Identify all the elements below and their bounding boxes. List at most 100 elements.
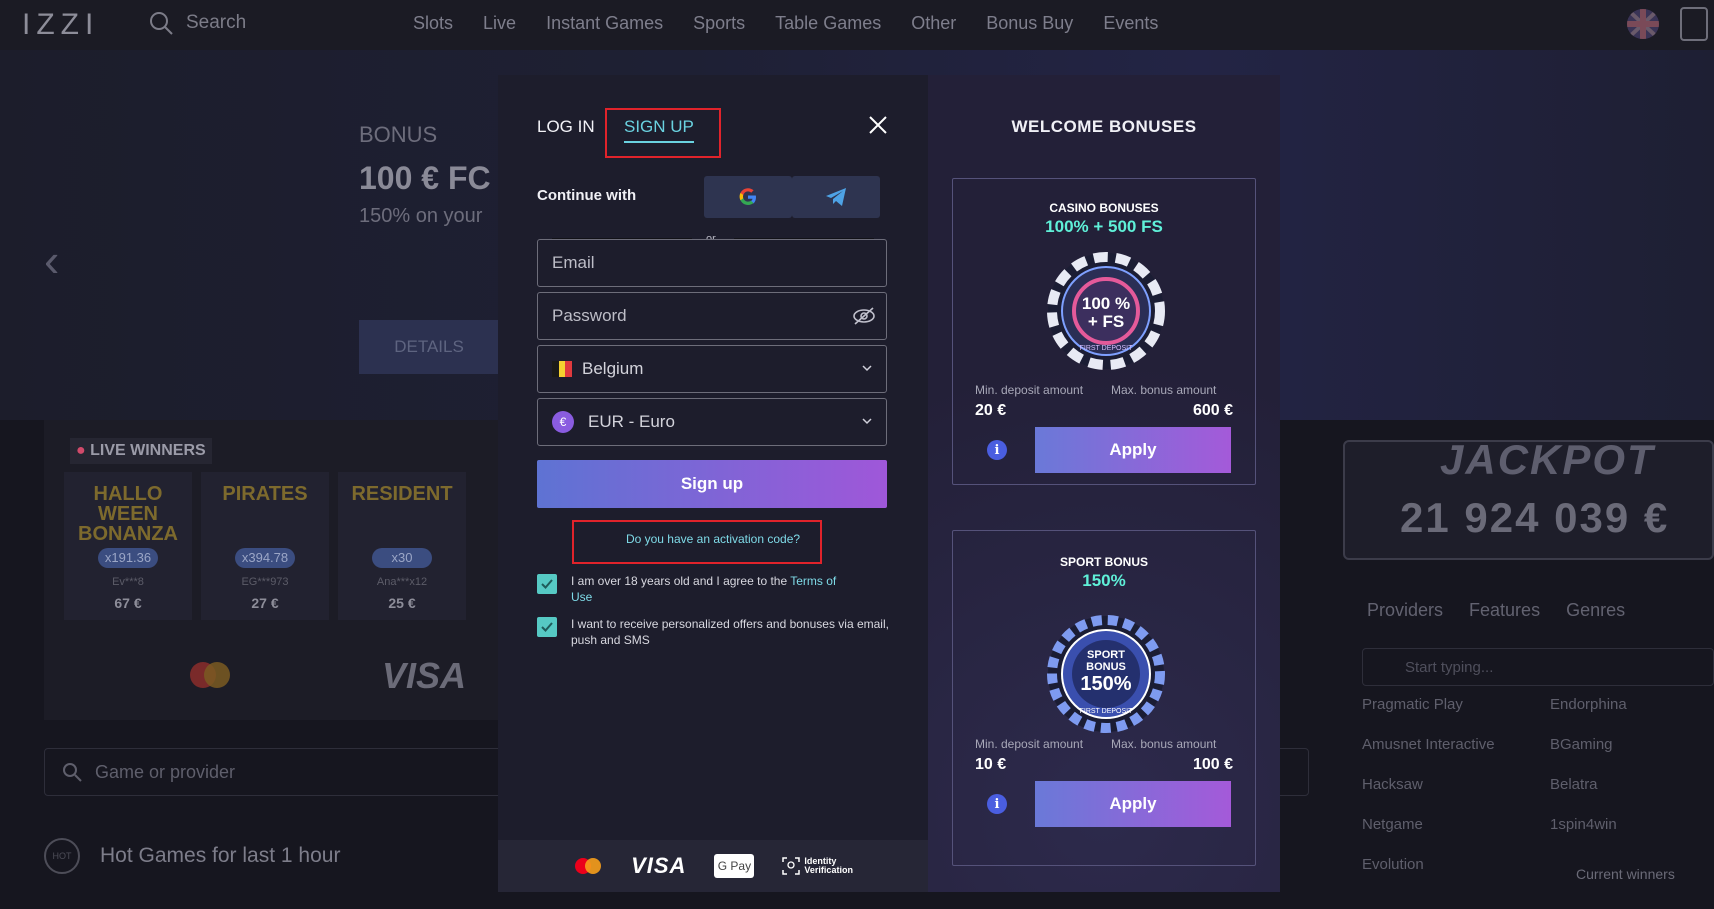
visa-logo: VISA	[631, 853, 687, 878]
tab-genres[interactable]: Genres	[1566, 600, 1625, 621]
max-bonus-label: Max. bonus amount	[1111, 737, 1217, 751]
provider-tabs: Providers Features Genres	[1367, 600, 1625, 621]
svg-text:100 %: 100 %	[1082, 294, 1130, 313]
hero-details-button[interactable]: DETAILS	[359, 320, 499, 374]
hot-badge-icon: HOT	[44, 838, 80, 874]
password-field[interactable]: Password	[537, 292, 887, 340]
hero-title: 100 € FC	[359, 160, 491, 196]
site-logo[interactable]: IZZI	[22, 8, 99, 42]
header-search-label: Search	[186, 12, 247, 33]
highlight-box	[605, 108, 721, 158]
email-field[interactable]: Email	[537, 239, 887, 287]
jackpot-amount: 21 924 039 €	[1400, 494, 1670, 541]
min-deposit-value: 10 €	[975, 756, 1007, 773]
mastercard-icon	[575, 858, 602, 874]
current-winners-tab[interactable]: Current winners	[1576, 866, 1675, 882]
search-icon	[63, 763, 82, 782]
hero-subtitle: 150% on your	[359, 205, 483, 227]
language-flag-icon[interactable]	[1627, 9, 1659, 39]
winner-card[interactable]: RESIDENT x30 Ana***x12 25 €	[338, 472, 466, 620]
top-navigation-bar: IZZI Search Slots Live Instant Games Spo…	[0, 0, 1714, 50]
winner-game-name: RESIDENT	[351, 483, 453, 505]
country-select[interactable]: Belgium	[537, 345, 887, 393]
terms-link[interactable]: Use	[571, 590, 592, 604]
info-icon[interactable]: i	[987, 440, 1007, 460]
nav-live[interactable]: Live	[483, 13, 516, 34]
belgium-flag-icon	[552, 361, 573, 377]
casino-bonus-value: 100% + 500 FS	[1045, 217, 1163, 236]
payment-methods-footer: VISA G Pay Identity Verification	[498, 840, 928, 892]
signup-form-panel: LOG IN SIGN UP Continue with or Email Pa…	[498, 75, 928, 892]
offers-text: I want to receive personalized offers an…	[571, 617, 889, 647]
checkmark-icon	[541, 579, 553, 589]
provider-item[interactable]: Endorphina	[1550, 696, 1627, 713]
svg-text:BONUS: BONUS	[1086, 661, 1126, 673]
terms-link[interactable]: Terms of	[790, 574, 836, 588]
login-door-icon[interactable]	[1680, 7, 1708, 41]
nav-slots[interactable]: Slots	[413, 13, 453, 34]
telegram-login-button[interactable]	[792, 176, 880, 218]
tab-providers[interactable]: Providers	[1367, 600, 1443, 621]
terms-checkbox[interactable]	[537, 574, 557, 594]
winner-amount: 25 €	[388, 595, 416, 611]
chevron-down-icon	[862, 418, 872, 425]
nav-events[interactable]: Events	[1103, 13, 1158, 34]
nav-sports[interactable]: Sports	[693, 13, 745, 34]
identity-verification-badge: Identity Verification	[782, 857, 853, 875]
casino-apply-button[interactable]: Apply	[1035, 427, 1231, 473]
main-nav: Slots Live Instant Games Sports Table Ga…	[413, 13, 1188, 34]
country-value: Belgium	[582, 359, 644, 378]
tab-login[interactable]: LOG IN	[537, 117, 595, 137]
provider-item[interactable]: BGaming	[1550, 736, 1613, 753]
google-login-button[interactable]	[704, 176, 792, 218]
search-icon	[150, 12, 173, 35]
continue-with-label: Continue with	[537, 187, 637, 204]
header-search[interactable]: Search	[148, 10, 246, 36]
provider-item[interactable]: Amusnet Interactive	[1362, 736, 1495, 753]
password-placeholder: Password	[552, 306, 627, 325]
provider-item[interactable]: 1spin4win	[1550, 816, 1617, 833]
nav-table-games[interactable]: Table Games	[775, 13, 881, 34]
nav-other[interactable]: Other	[911, 13, 956, 34]
provider-item[interactable]: Hacksaw	[1362, 776, 1423, 793]
winner-user: EG***973	[241, 576, 289, 588]
close-icon[interactable]	[866, 113, 890, 137]
winner-game-name: HALLO WEEN BONANZA	[78, 483, 178, 545]
svg-text:SPORT: SPORT	[1087, 649, 1125, 661]
offers-checkbox[interactable]	[537, 617, 557, 637]
winner-game-name: PIRATES	[222, 483, 308, 505]
winner-user: Ana***x12	[376, 576, 428, 588]
provider-item[interactable]: Belatra	[1550, 776, 1598, 793]
tab-features[interactable]: Features	[1469, 600, 1540, 621]
winner-card[interactable]: PIRATES x394.78 EG***973 27 €	[201, 472, 329, 620]
currency-value: EUR - Euro	[588, 412, 675, 431]
terms-text: I am over 18 years old and I agree to th…	[571, 574, 837, 604]
winner-user: Ev***8	[112, 576, 144, 588]
activation-code-link[interactable]: Do you have an activation code?	[578, 532, 848, 546]
google-pay-logo: G Pay	[714, 854, 755, 878]
currency-select[interactable]: € EUR - Euro	[537, 398, 887, 446]
winner-card[interactable]: HALLO WEEN BONANZA x191.36 Ev***8 67 €	[64, 472, 192, 620]
casino-bonus-title: CASINO BONUSES	[1049, 201, 1159, 215]
provider-item[interactable]: Evolution	[1362, 856, 1424, 873]
google-icon	[739, 188, 756, 205]
signup-button[interactable]: Sign up	[537, 460, 887, 508]
provider-search-input[interactable]: Start typing...	[1362, 648, 1714, 686]
sport-chip-icon: SPORT BONUS 150% FIRST DEPOSIT	[1047, 615, 1165, 733]
euro-icon: €	[552, 411, 574, 433]
max-bonus-label: Max. bonus amount	[1111, 383, 1217, 397]
sport-bonus-title: SPORT BONUS	[1059, 555, 1148, 569]
welcome-bonuses-panel: WELCOME BONUSES CASINO BONUSES 100% + 50…	[928, 75, 1280, 892]
provider-item[interactable]: Netgame	[1362, 816, 1423, 833]
nav-bonus-buy[interactable]: Bonus Buy	[986, 13, 1073, 34]
chevron-left-icon[interactable]: ‹	[44, 233, 59, 287]
nav-instant-games[interactable]: Instant Games	[546, 13, 663, 34]
sport-apply-button[interactable]: Apply	[1035, 781, 1231, 827]
hot-games-heading: Hot Games for last 1 hour	[100, 844, 341, 867]
casino-chip-icon: 100 % + FS FIRST DEPOSIT	[1047, 252, 1165, 370]
checkmark-icon	[541, 622, 553, 632]
provider-item[interactable]: Pragmatic Play	[1362, 696, 1463, 713]
info-icon[interactable]: i	[987, 794, 1007, 814]
winner-amount: 27 €	[251, 595, 279, 611]
eye-slash-icon[interactable]	[852, 305, 876, 327]
